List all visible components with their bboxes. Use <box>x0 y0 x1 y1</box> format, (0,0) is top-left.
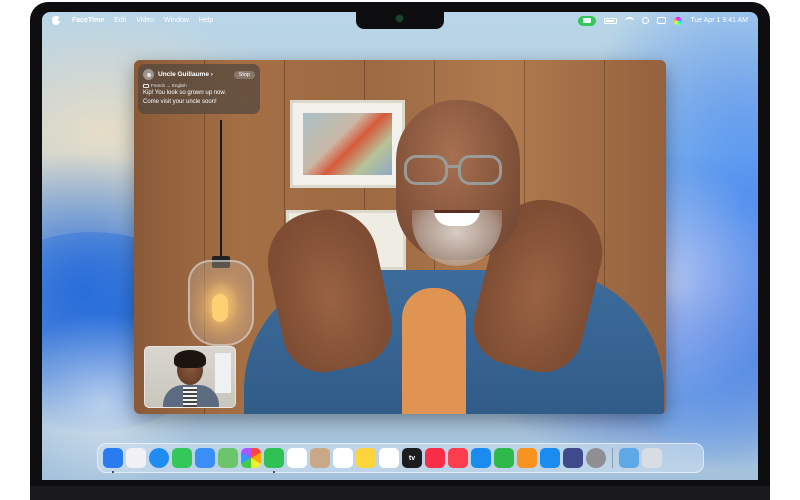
menu-help[interactable]: Help <box>199 17 213 24</box>
lamp-cord <box>220 120 222 260</box>
battery-icon[interactable] <box>604 17 618 24</box>
dock: tv <box>97 443 704 473</box>
news-icon[interactable] <box>448 448 468 468</box>
caller-glasses <box>458 155 502 185</box>
numbers-icon[interactable] <box>494 448 514 468</box>
self-view-window <box>215 353 231 393</box>
notes-icon[interactable] <box>356 448 376 468</box>
self-view-hair <box>174 350 206 368</box>
menu-video[interactable]: Video <box>136 17 154 24</box>
menu-clock[interactable]: Tue Apr 1 9:41 AM <box>690 17 748 24</box>
self-view-tile[interactable] <box>144 346 236 408</box>
dock-separator <box>612 448 613 468</box>
apple-menu-icon[interactable] <box>52 16 61 25</box>
stop-translation-button[interactable]: Stop <box>233 70 255 79</box>
menu-window[interactable]: Window <box>164 17 189 24</box>
menu-app-name[interactable]: FaceTime <box>72 17 104 24</box>
self-view-shirt <box>183 387 197 407</box>
siri-icon[interactable] <box>674 16 683 25</box>
caller-glasses-bridge <box>446 165 460 168</box>
photos-icon[interactable] <box>241 448 261 468</box>
wall-painting <box>290 100 405 188</box>
iphone-mirroring-icon[interactable] <box>563 448 583 468</box>
reminders-icon[interactable] <box>333 448 353 468</box>
system-settings-icon[interactable] <box>586 448 606 468</box>
trash-icon[interactable] <box>642 448 662 468</box>
tv-label: tv <box>408 454 416 462</box>
tv-icon[interactable]: tv <box>402 448 422 468</box>
camera-notch <box>356 11 444 29</box>
lamp-bulb <box>212 294 228 322</box>
mail-icon[interactable] <box>195 448 215 468</box>
caller-glasses <box>404 155 448 185</box>
maps-icon[interactable] <box>218 448 238 468</box>
menu-edit[interactable]: Edit <box>114 17 126 24</box>
caller-avatar <box>143 69 154 80</box>
messages-icon[interactable] <box>172 448 192 468</box>
finder-icon[interactable] <box>103 448 123 473</box>
downloads-folder-icon[interactable] <box>619 448 639 468</box>
translation-languages: French → English <box>143 83 255 88</box>
safari-icon[interactable] <box>149 448 169 468</box>
search-icon[interactable] <box>642 17 650 24</box>
contacts-icon[interactable] <box>310 448 330 468</box>
facetime-icon[interactable] <box>264 448 284 473</box>
translated-line: Kip! You look so grown up now. <box>143 90 227 96</box>
translate-icon <box>143 83 149 88</box>
camera-in-use-icon[interactable] <box>578 15 597 26</box>
menu-extras: Tue Apr 1 9:41 AM <box>578 15 748 26</box>
keynote-icon[interactable] <box>471 448 491 468</box>
translated-line: Come visit your uncle soon! <box>143 99 217 105</box>
calendar-icon[interactable] <box>287 448 307 468</box>
caller-name[interactable]: Uncle Guillaume › <box>158 71 213 78</box>
app-store-icon[interactable] <box>540 448 560 468</box>
live-translation-banner[interactable]: Uncle Guillaume › Stop French → English … <box>138 64 260 114</box>
facetime-video-window[interactable]: Uncle Guillaume › Stop French → English … <box>134 60 666 414</box>
language-pair: French → English <box>151 83 187 88</box>
caller-undershirt <box>402 288 466 414</box>
camera-icon <box>397 16 402 21</box>
laptop-base <box>30 486 770 500</box>
control-center-icon[interactable] <box>657 17 667 24</box>
launchpad-icon[interactable] <box>126 448 146 468</box>
banner-header: Uncle Guillaume › Stop <box>143 68 255 81</box>
wifi-icon[interactable] <box>625 17 635 24</box>
pages-icon[interactable] <box>517 448 537 468</box>
freeform-icon[interactable] <box>379 448 399 468</box>
music-icon[interactable] <box>425 448 445 468</box>
